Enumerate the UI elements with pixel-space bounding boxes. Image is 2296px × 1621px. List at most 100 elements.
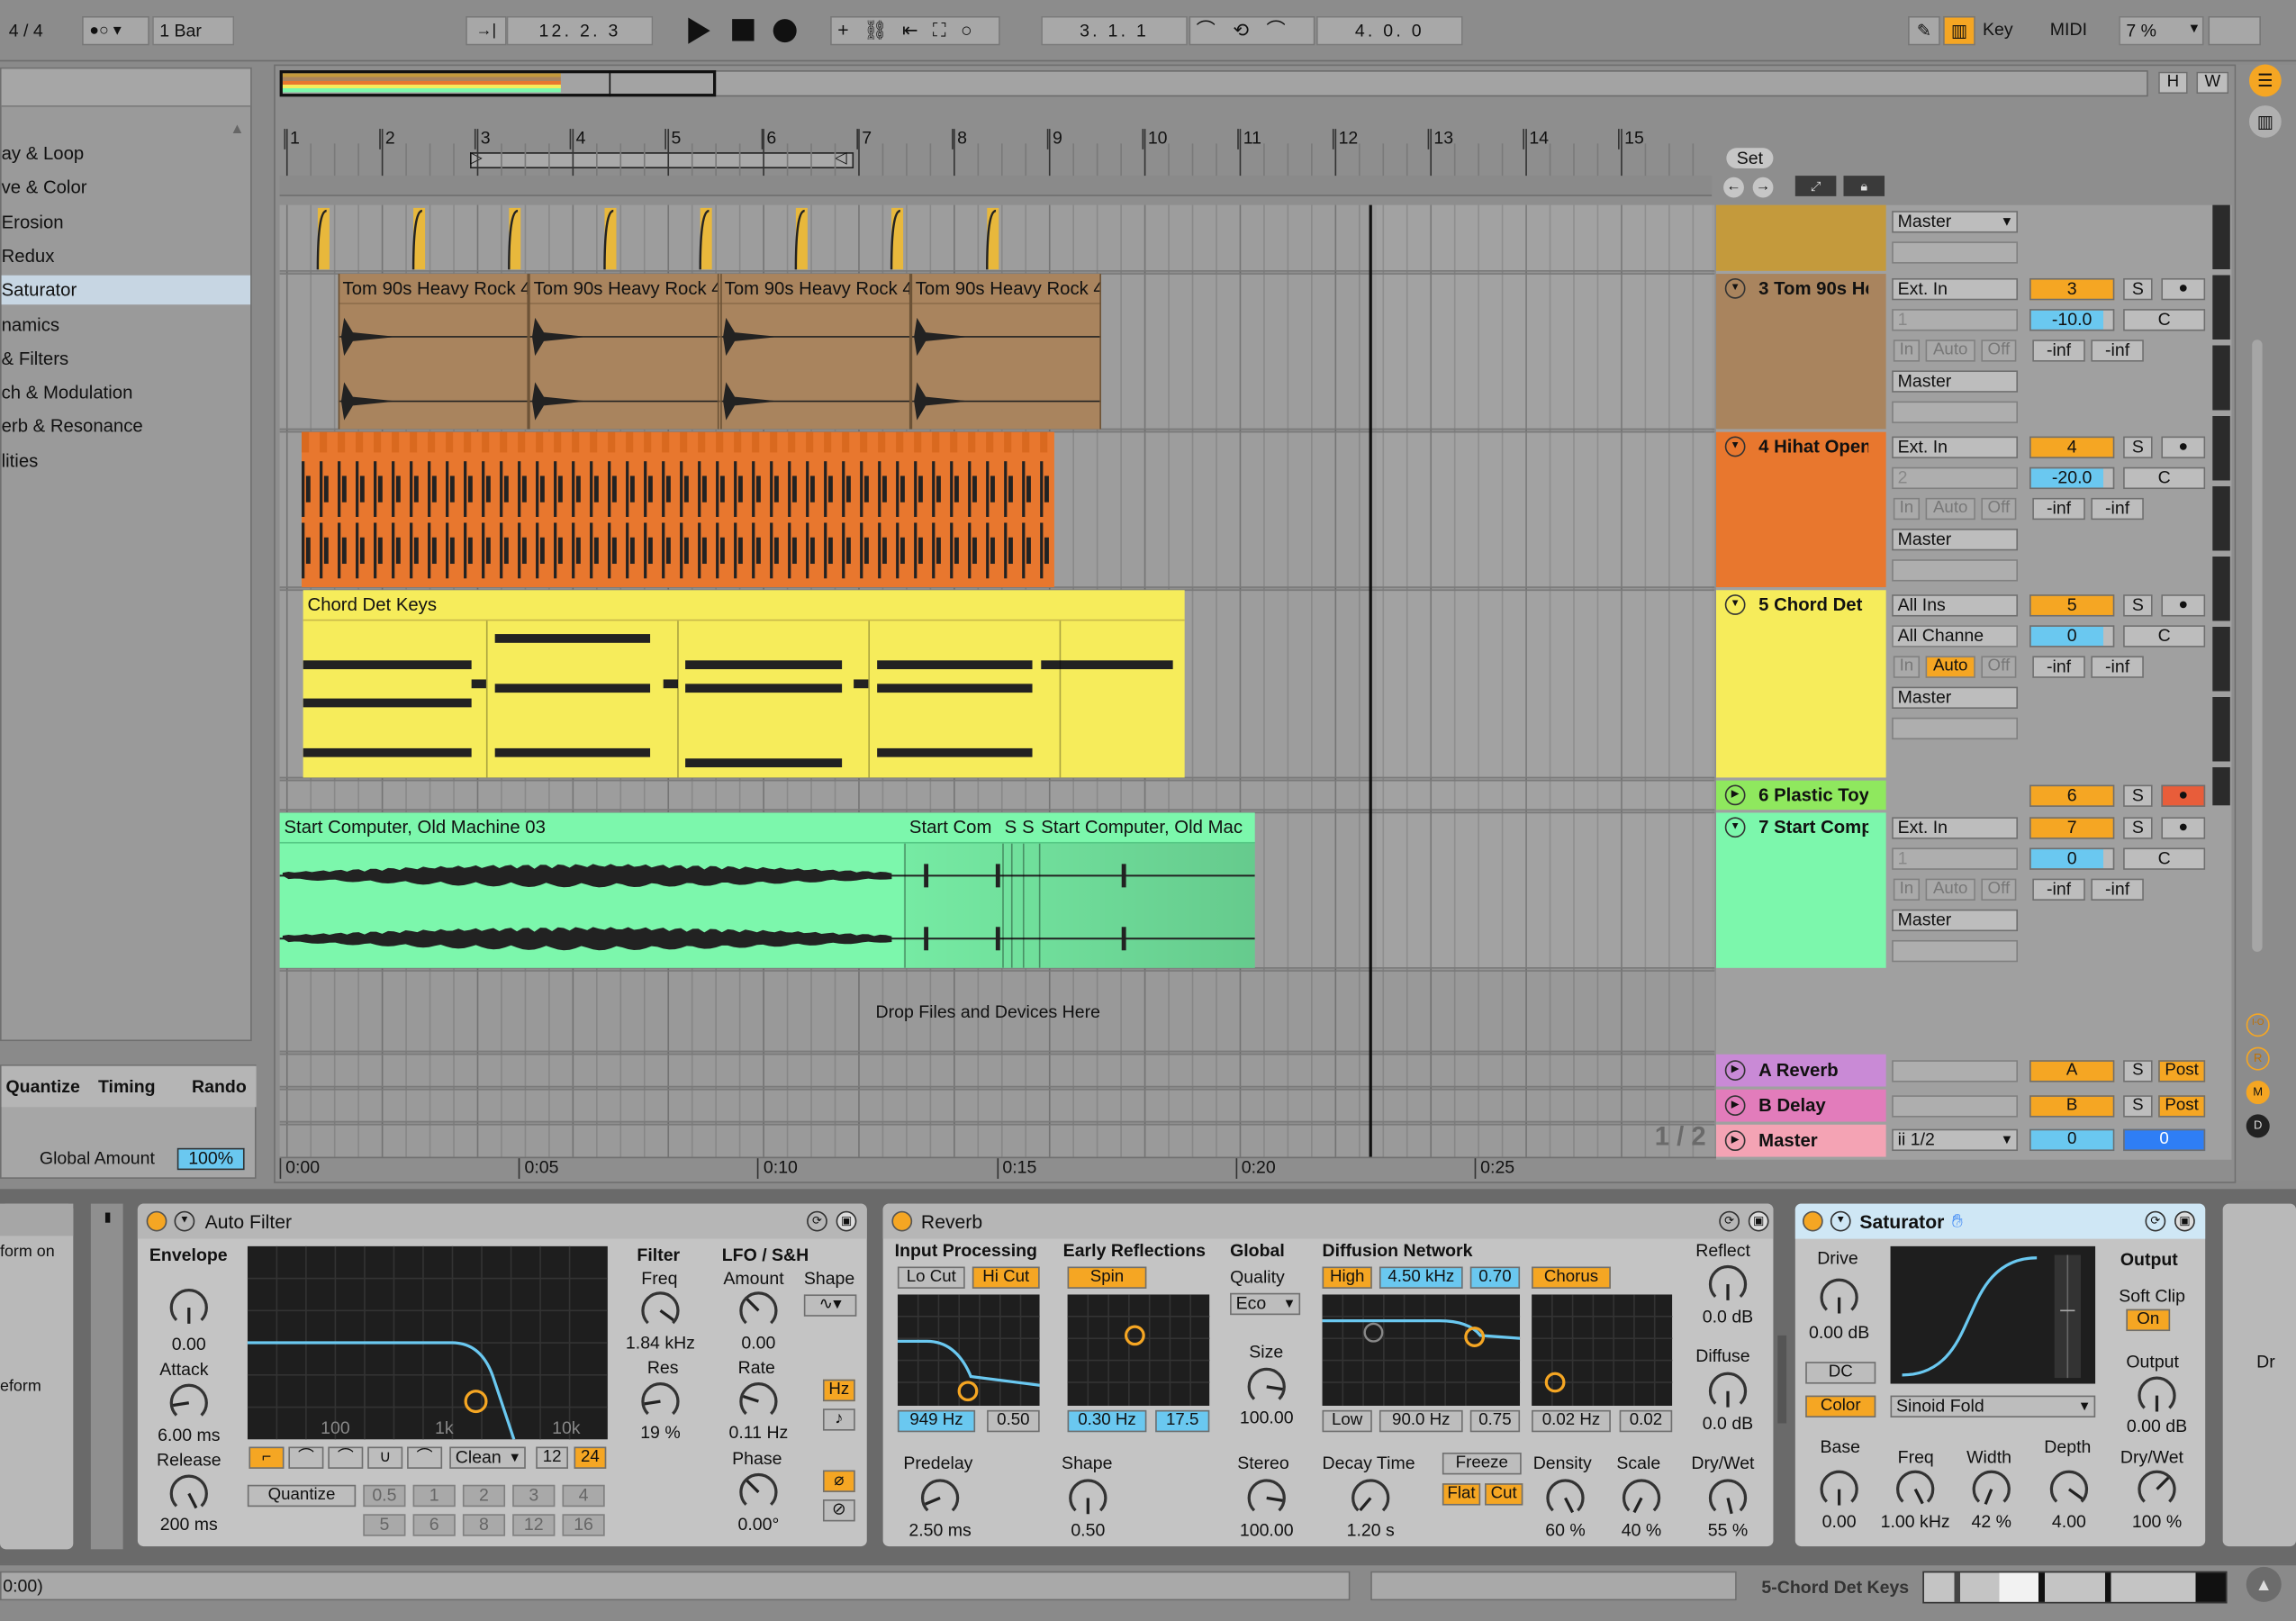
rv-stereo-knob[interactable] <box>1244 1476 1288 1520</box>
monitor-in-button[interactable]: In <box>1893 340 1921 362</box>
af-res-knob[interactable] <box>638 1380 682 1424</box>
sat-softclip-button[interactable]: On <box>2126 1309 2171 1332</box>
global-amount-field[interactable]: 100% <box>176 1147 245 1171</box>
rv-scale-knob[interactable] <box>1620 1476 1664 1520</box>
quantize-value-button[interactable]: 3 <box>512 1484 556 1508</box>
saturator-power-icon[interactable] <box>1802 1210 1823 1232</box>
browser-item[interactable]: ch & Modulation <box>2 378 250 408</box>
filter-type-button[interactable]: ⌒ <box>407 1446 443 1469</box>
rv-chorus-button[interactable]: Chorus <box>1532 1266 1611 1289</box>
device-chain-minimap[interactable] <box>1922 1571 2228 1604</box>
af-shape-dropdown[interactable]: ∿▾ <box>803 1294 857 1317</box>
rv-quality-dropdown[interactable]: Eco <box>1230 1292 1301 1316</box>
sat-output-knob[interactable] <box>2135 1373 2179 1417</box>
track-input-channel[interactable]: 1 <box>1892 309 2019 331</box>
track-6-arm-button[interactable]: ● <box>2161 784 2206 807</box>
rv-decay-knob[interactable] <box>1349 1476 1393 1520</box>
sat-drive-knob[interactable] <box>1817 1275 1861 1319</box>
track-output[interactable]: Master <box>1892 528 2019 551</box>
time-signature[interactable]: 4 / 4 <box>9 21 43 41</box>
right-scrollbar[interactable] <box>2252 340 2263 952</box>
reverb-hotswap-icon[interactable]: ⟳ <box>1719 1210 1740 1232</box>
rv-locut-button[interactable]: Lo Cut <box>897 1266 965 1289</box>
play-button[interactable] <box>688 17 710 44</box>
af-envelope-knob[interactable] <box>167 1286 211 1330</box>
track-input-type[interactable]: Ext. In <box>1892 436 2019 458</box>
monitor-off-button[interactable]: Off <box>1981 497 2017 521</box>
prev-locator-icon[interactable]: ← <box>1723 177 1744 198</box>
rv-shape-knob[interactable] <box>1066 1476 1110 1520</box>
track-solo-button[interactable]: S <box>2123 436 2153 458</box>
rv-freeze-button[interactable]: Freeze <box>1442 1453 1522 1475</box>
track-1-output-sub[interactable] <box>1892 241 2019 264</box>
quantize-value-button[interactable]: 6 <box>412 1514 456 1536</box>
monitor-in-button[interactable]: In <box>1893 878 1921 901</box>
stop-button[interactable] <box>732 19 755 41</box>
return-a-activator[interactable]: A <box>2029 1060 2115 1082</box>
monitor-auto-button[interactable]: Auto <box>1925 497 1975 521</box>
saturator-fold-icon[interactable]: ▼ <box>1830 1210 1851 1232</box>
track-activator[interactable]: 3 <box>2029 277 2115 301</box>
rv-input-filter-graph[interactable] <box>897 1294 1040 1406</box>
quantize-value-button[interactable]: 8 <box>462 1514 506 1536</box>
draw-mode-icon[interactable]: ✎ <box>1908 15 1940 46</box>
follow-icon[interactable]: →| <box>466 15 507 46</box>
track-output-sub[interactable] <box>1892 401 2019 423</box>
width-toggle-button[interactable]: W <box>2196 71 2229 95</box>
rv-drywet-knob[interactable] <box>1706 1476 1750 1520</box>
af-freq-knob[interactable] <box>638 1289 682 1333</box>
track-solo-button[interactable]: S <box>2123 594 2153 617</box>
af-phase-knob[interactable] <box>737 1471 781 1515</box>
browser-item[interactable]: lities <box>2 446 250 475</box>
track-solo-button[interactable]: S <box>2123 817 2153 839</box>
af-release-knob[interactable] <box>167 1472 211 1516</box>
mixer-toggle-icon[interactable]: M <box>2246 1081 2270 1105</box>
sat-base-knob[interactable] <box>1817 1467 1861 1511</box>
returns-toggle-icon[interactable]: R <box>2246 1046 2270 1071</box>
af-quantize-button[interactable]: Quantize <box>247 1484 357 1508</box>
track-input-type[interactable]: All Ins <box>1892 594 2019 617</box>
track-1-output[interactable]: Master <box>1892 211 2019 233</box>
rv-chorus-graph[interactable] <box>1532 1294 1673 1406</box>
browser-item[interactable]: erb & Resonance <box>2 412 250 442</box>
rv-size-knob[interactable] <box>1244 1364 1288 1408</box>
reverb-power-icon[interactable] <box>891 1210 913 1232</box>
quantize-value-button[interactable]: 16 <box>562 1514 605 1536</box>
rv-reflect-knob[interactable] <box>1706 1263 1750 1307</box>
metronome-menu[interactable]: ●○ ▾ <box>82 15 149 46</box>
browser-item[interactable]: namics <box>2 310 250 340</box>
status-scroll-icon[interactable]: ▲ <box>2246 1566 2282 1602</box>
rv-density-knob[interactable] <box>1543 1476 1587 1520</box>
af-attack-knob[interactable] <box>167 1381 211 1425</box>
track-6-solo-button[interactable]: S <box>2123 784 2153 807</box>
track-send[interactable]: -inf <box>2091 340 2144 362</box>
record-button[interactable] <box>773 19 797 43</box>
filter-response-graph[interactable]: 100 1k 10k <box>247 1245 608 1440</box>
master-output[interactable]: ii 1/2 <box>1892 1128 2019 1152</box>
sat-drywet-knob[interactable] <box>2135 1467 2179 1511</box>
sat-dc-button[interactable]: DC <box>1805 1362 1876 1384</box>
track-arm-button[interactable]: ● <box>2161 817 2206 839</box>
quantize-value-button[interactable]: 4 <box>562 1484 605 1508</box>
keyboard-icon[interactable]: ▥ <box>1943 15 1975 46</box>
af-amount-knob[interactable] <box>737 1289 781 1333</box>
saturator-hotswap-icon[interactable]: ⟳ <box>2145 1210 2166 1232</box>
return-a-solo[interactable]: S <box>2123 1060 2153 1082</box>
midi-map-button[interactable]: MIDI <box>2050 19 2087 40</box>
af-hz-button[interactable]: Hz <box>822 1379 855 1402</box>
track-pan[interactable]: C <box>2123 625 2206 647</box>
sat-color-button[interactable]: Color <box>1805 1395 1876 1417</box>
rv-predelay-knob[interactable] <box>918 1476 963 1520</box>
rv-er-rate[interactable]: 17.5 <box>1155 1409 1210 1433</box>
return-b-activator[interactable]: B <box>2029 1095 2115 1118</box>
hamburger-icon[interactable]: ☰ <box>2248 64 2282 97</box>
rv-early-reflections-graph[interactable] <box>1067 1294 1210 1406</box>
af-rate-knob[interactable] <box>737 1380 781 1424</box>
return-a-output[interactable] <box>1892 1060 2019 1082</box>
quantize-value-button[interactable]: 12 <box>512 1514 556 1536</box>
lock-icon[interactable]: 🔒︎ <box>1843 176 1885 196</box>
grid-toggle-icon[interactable]: ▥ <box>2248 105 2282 138</box>
monitor-auto-button[interactable]: Auto <box>1925 340 1975 362</box>
track-send[interactable]: -inf <box>2032 656 2085 678</box>
sat-depth-knob[interactable] <box>2047 1467 2092 1511</box>
